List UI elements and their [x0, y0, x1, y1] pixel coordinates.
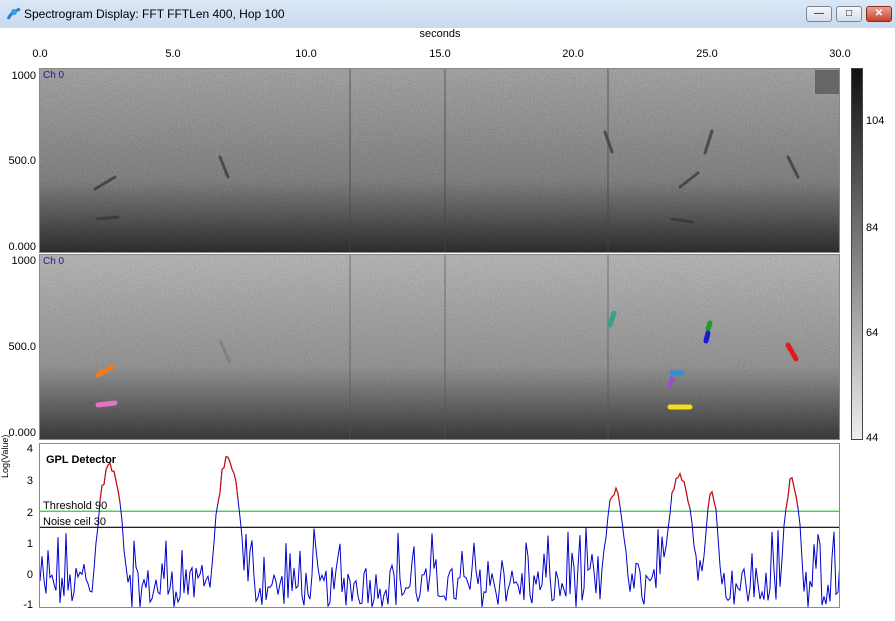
detector-signal: [40, 455, 839, 607]
detector-y-tick: 2: [26, 507, 33, 519]
maximize-button[interactable]: □: [836, 6, 862, 22]
minimize-icon: —: [814, 8, 824, 19]
detection-mark[interactable]: [667, 376, 675, 388]
y-tick-label: 0.000: [8, 241, 36, 253]
x-tick-label: 0.0: [32, 48, 48, 60]
close-icon: ✕: [874, 8, 884, 19]
detector-title: GPL Detector: [46, 454, 117, 466]
x-tick-label: 10.0: [295, 48, 317, 60]
detection-segment: [99, 461, 121, 503]
close-button[interactable]: ✕: [866, 6, 892, 22]
y-tick-label: 1000: [11, 70, 36, 82]
spectrogram-panel-bottom[interactable]: Ch 0: [39, 254, 840, 440]
title-bar: Spectrogram Display: FFT FFTLen 400, Hop…: [0, 0, 895, 29]
detection-mark[interactable]: [705, 320, 713, 332]
spectrogram-image: [40, 255, 839, 439]
detector-y-unit: Log(Value): [0, 434, 10, 478]
y-tick-label: 500.0: [8, 155, 36, 167]
detection-segment: [609, 486, 621, 507]
y-tick-label: 500.0: [8, 341, 36, 353]
detector-y-tick: 0: [26, 569, 33, 581]
channel-label: Ch 0: [43, 256, 65, 267]
x-tick-label: 20.0: [562, 48, 584, 60]
y-tick-label: 1000: [11, 255, 36, 267]
detection-segment: [217, 455, 239, 504]
threshold-label: Threshold 90: [43, 500, 108, 512]
window-title: Spectrogram Display: FFT FFTLen 400, Hop…: [24, 7, 285, 21]
colorbar-tick-label: 64: [866, 327, 879, 339]
spectrogram-panel-top[interactable]: Ch 0: [39, 68, 840, 253]
x-tick-label: 5.0: [165, 48, 181, 60]
app-icon: [6, 7, 21, 20]
maximize-icon: □: [845, 8, 853, 19]
detection-mark[interactable]: [703, 330, 711, 344]
detection-segment: [785, 476, 799, 509]
detector-panel[interactable]: GPL Detector Threshold 90 Noise ceil 30: [39, 443, 840, 608]
detection-segment: [707, 490, 717, 510]
channel-label: Ch 0: [43, 70, 65, 81]
colorbar: [851, 68, 863, 440]
detection-mark[interactable]: [95, 400, 118, 408]
detector-y-tick: -1: [23, 599, 33, 611]
detection-segment: [671, 472, 691, 509]
detector-plot: [40, 455, 839, 607]
detector-y-tick: 1: [26, 538, 33, 550]
colorbar-tick-label: 84: [866, 222, 879, 234]
colorbar-tick-label: 104: [866, 115, 885, 127]
spectrogram-display: seconds 0.0 5.0 10.0 15.0 20.0 25.0 30.0…: [0, 28, 895, 621]
minimize-button[interactable]: —: [806, 6, 832, 22]
x-tick-label: 25.0: [696, 48, 718, 60]
noise-label: Noise ceil 30: [43, 516, 106, 528]
colorbar-tick-label: 44: [866, 432, 879, 444]
x-tick-label: 15.0: [429, 48, 451, 60]
x-axis-title: seconds: [419, 28, 461, 40]
x-tick-label: 30.0: [829, 48, 851, 60]
spectrogram-image: [40, 69, 839, 252]
